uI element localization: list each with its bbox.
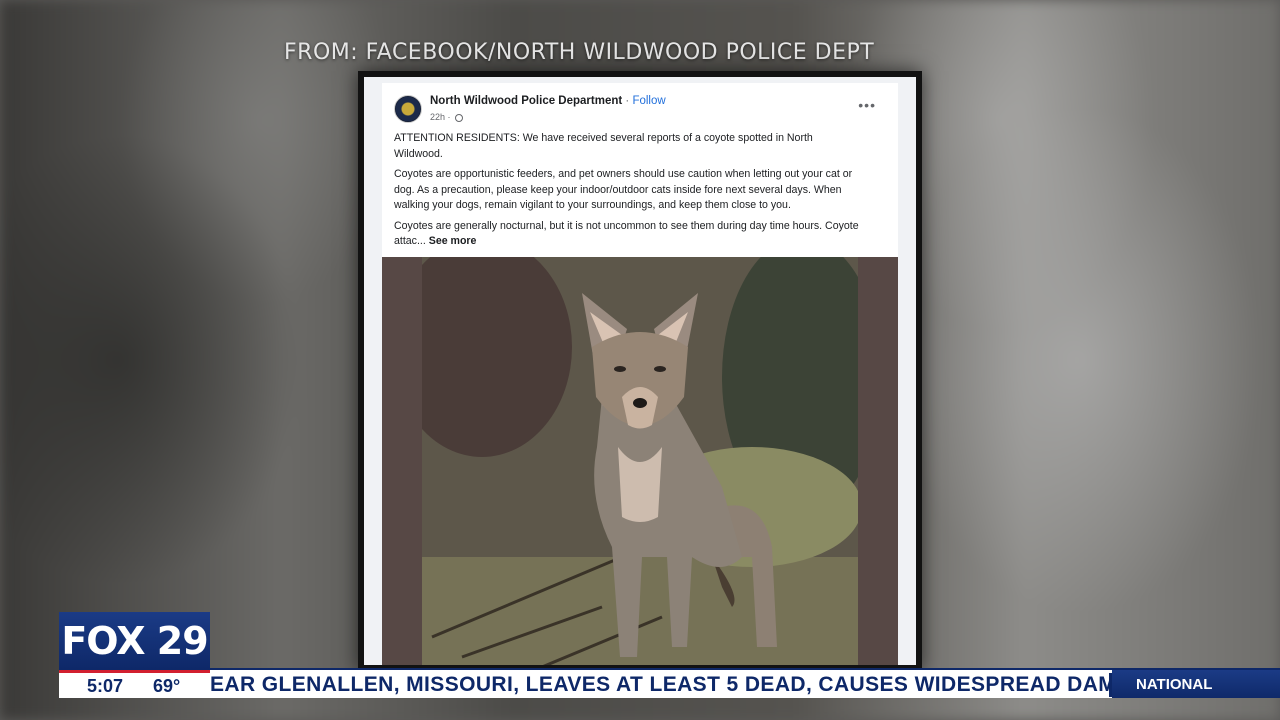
post-timestamp[interactable]: 22h · <box>430 112 464 122</box>
see-more-link[interactable]: See more <box>429 235 477 247</box>
post-header: North Wildwood Police Department · Follo… <box>394 93 884 125</box>
post-time-text: 22h · <box>430 112 454 122</box>
coyote-photo <box>422 257 858 665</box>
facebook-screenshot-frame: North Wildwood Police Department · Follo… <box>358 71 922 671</box>
more-options-icon[interactable]: ••• <box>858 97 876 113</box>
name-separator: · <box>622 95 633 107</box>
news-ticker: EAR GLENALLEN, MISSOURI, LEAVES AT LEAST… <box>210 668 1280 698</box>
facebook-post: North Wildwood Police Department · Follo… <box>382 83 898 665</box>
fox29-logo-box: FOX 29 5:07 69° <box>59 612 210 698</box>
post-paragraph: Coyotes are opportunistic feeders, and p… <box>394 168 853 211</box>
coyote-illustration <box>422 257 858 665</box>
page-name-line: North Wildwood Police Department · Follo… <box>430 95 666 107</box>
police-badge-avatar[interactable] <box>394 95 422 123</box>
source-caption: FROM: FACEBOOK/NORTH WILDWOOD POLICE DEP… <box>284 40 875 65</box>
logo-red-strip <box>59 670 210 673</box>
post-text: ATTENTION RESIDENTS: We have received se… <box>394 131 864 255</box>
post-paragraph-last: Coyotes are generally nocturnal, but it … <box>394 219 864 250</box>
broadcast-temperature: 69° <box>153 676 181 696</box>
ticker-headline: EAR GLENALLEN, MISSOURI, LEAVES AT LEAST… <box>210 673 1110 696</box>
page-name-link[interactable]: North Wildwood Police Department <box>430 95 622 107</box>
post-image-container[interactable] <box>382 257 898 665</box>
broadcast-time: 5:07 <box>87 676 124 696</box>
follow-link[interactable]: Follow <box>632 95 665 107</box>
ticker-category: NATIONAL <box>1112 670 1280 698</box>
facebook-page: North Wildwood Police Department · Follo… <box>364 77 916 665</box>
globe-icon <box>455 113 464 122</box>
post-paragraph: ATTENTION RESIDENTS: We have received se… <box>394 132 813 160</box>
fox29-logo: FOX 29 <box>59 612 210 670</box>
